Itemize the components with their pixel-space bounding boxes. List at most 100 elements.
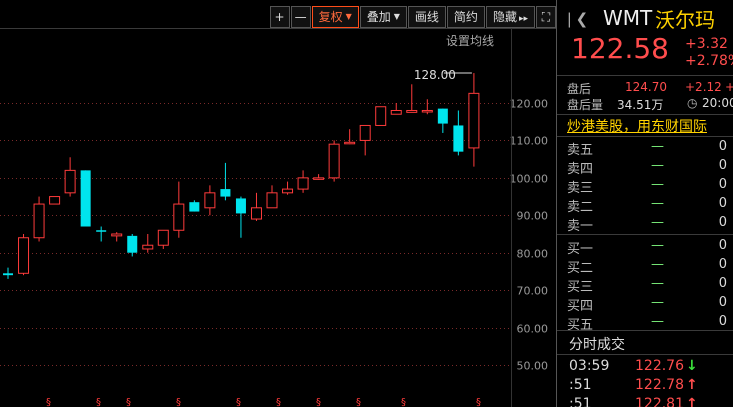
order-book-volume: 0	[718, 276, 727, 291]
stock-symbol: WMT	[603, 6, 653, 30]
news-ad-link[interactable]: 炒港美股，用东财国际	[567, 116, 707, 136]
candle-body	[189, 202, 200, 212]
order-book-divider	[557, 234, 733, 235]
arrow-up-icon: ↑	[686, 396, 698, 407]
order-book-level-label: 买二	[567, 261, 594, 276]
bottom-marker-icon: §	[236, 397, 241, 407]
candle-body	[111, 233, 123, 237]
candle-body	[453, 125, 464, 152]
candle-body	[437, 108, 448, 124]
y-tick-label: 90.00	[517, 210, 549, 223]
order-book-volume: 0	[718, 257, 727, 272]
after-hours-pct: +	[725, 80, 733, 94]
trade-time: :51	[569, 377, 592, 393]
candle-body	[173, 203, 185, 231]
bottom-marker-icon: §	[96, 397, 101, 407]
price-change-pct: +2.78%	[685, 53, 733, 69]
order-book-level-label: 卖三	[567, 181, 594, 196]
order-book-price: —	[651, 215, 664, 230]
y-tick-label: 50.00	[517, 360, 549, 373]
order-book-price: —	[651, 158, 664, 173]
divider	[557, 75, 733, 76]
candlestick-svg: 120.00 110.00 100.00 90.00 80.00 70.00 60.00 50…	[0, 28, 549, 407]
order-book-price: —	[651, 238, 664, 253]
bottom-marker-icon: §	[401, 397, 406, 407]
order-book-level-label: 买四	[567, 299, 594, 314]
bottom-marker-icon: §	[276, 397, 281, 407]
order-book-price: —	[651, 276, 664, 291]
arrow-up-icon: ↑	[686, 377, 698, 393]
order-book-volume: 0	[718, 158, 727, 173]
candle-body	[96, 230, 107, 232]
clock-icon: ◷	[687, 96, 698, 110]
candle-body	[80, 170, 91, 227]
candle-body	[390, 109, 402, 115]
trade-price: 122.76 ↓	[635, 358, 698, 374]
candle-body	[328, 143, 340, 179]
y-tick-label: 110.00	[510, 135, 549, 148]
bottom-marker-icon: §	[476, 397, 481, 407]
last-price: 122.58	[571, 32, 669, 65]
bottom-marker-icon: §	[46, 397, 51, 407]
stock-name: 沃尔玛	[655, 8, 715, 32]
after-hours-volume-row: 盘后量 34.51万 ◷ 20:00	[557, 96, 733, 112]
divider	[557, 114, 733, 115]
high-annotation-label: 128.00	[414, 68, 456, 82]
candle-body	[359, 124, 371, 141]
kline-chart-area[interactable]: + — 复权 ▼ 叠加 ▼ 画线 简约 隐藏 ▸▸ ⛶ 设置均线 120.00 110.…	[0, 0, 556, 407]
trades-title: 分时成交	[569, 337, 625, 353]
trade-price: 122.81 ↑	[635, 396, 698, 407]
after-hours-time: 20:00	[702, 96, 733, 110]
order-book-volume: 0	[718, 196, 727, 211]
candle-body	[49, 196, 61, 205]
bottom-marker-icon: §	[176, 397, 181, 407]
order-book-price: —	[651, 295, 664, 310]
after-hours-row: 盘后 124.70 +2.12 +	[557, 80, 733, 96]
price-change: +3.32	[685, 36, 728, 52]
collapse-panel-icon[interactable]: ❘❮	[563, 10, 588, 28]
candle-body	[250, 207, 262, 220]
trade-price-value: 122.81	[635, 396, 684, 407]
divider	[557, 354, 733, 355]
order-book-level-label: 卖五	[567, 143, 594, 158]
order-book-price: —	[651, 196, 664, 211]
y-tick-label: 120.00	[510, 98, 549, 111]
order-book-price: —	[651, 177, 664, 192]
candle-body	[235, 198, 246, 214]
order-book-volume: 0	[718, 139, 727, 154]
candle-body	[64, 169, 76, 194]
order-book-volume: 0	[718, 295, 727, 310]
order-book-volume: 0	[718, 177, 727, 192]
candle-body	[142, 244, 154, 250]
candle-body	[468, 92, 480, 149]
y-tick-label: 60.00	[517, 323, 549, 336]
candle-body	[421, 109, 433, 113]
order-book-price: —	[651, 257, 664, 272]
candle-body	[157, 229, 169, 246]
divider	[557, 330, 733, 331]
order-book-level-label: 买三	[567, 280, 594, 295]
candle-body	[33, 203, 45, 239]
after-hours-volume: 34.51万	[617, 98, 664, 112]
after-hours-change: +2.12	[685, 80, 722, 94]
after-hours-volume-label: 盘后量	[567, 98, 604, 112]
trade-time: :51	[569, 396, 592, 407]
y-tick-label: 80.00	[517, 248, 549, 261]
candle-body	[297, 177, 309, 190]
order-book-level-label: 卖四	[567, 162, 594, 177]
candle-body	[204, 192, 216, 209]
candle-body	[266, 192, 278, 209]
order-book-level-label: 卖二	[567, 200, 594, 215]
y-tick-label: 100.00	[510, 173, 549, 186]
divider	[557, 136, 733, 137]
bottom-marker-icon: §	[356, 397, 361, 407]
y-tick-label: 70.00	[517, 285, 549, 298]
candle-body	[18, 237, 30, 274]
candle-body	[220, 189, 231, 197]
order-book-price: —	[651, 139, 664, 154]
candle-body	[3, 273, 13, 276]
bottom-marker-icon: §	[316, 397, 321, 407]
order-book-level-label: 买一	[567, 242, 594, 257]
trade-price-value: 122.76	[635, 358, 684, 374]
arrow-down-icon: ↓	[686, 358, 698, 374]
